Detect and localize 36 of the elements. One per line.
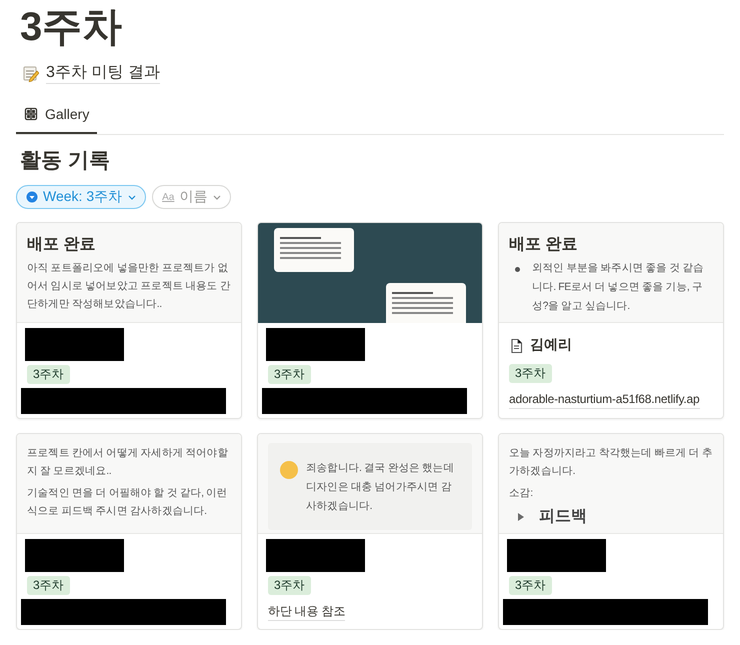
card-link[interactable]: adorable-nasturtium-a51f68.netlify.ap: [509, 391, 700, 409]
preview-heading: 배포 완료: [27, 235, 96, 255]
preview-text: 기술적인 면을 더 어필해야 할 것 같다, 이런 식으로 피드백 주시면 감사하겠습니다.: [27, 486, 228, 519]
gallery-card[interactable]: 배포 완료 외적인 부분을 봐주시면 좋을 것 같습니다. FE로서 더 넣으면 좋을 기능, 구성?을 알고 싶습니다. 김예리 3주차 adorable-nasturtium-a51f68.netlify.ap: [498, 222, 724, 419]
card-link[interactable]: 하단 내용 참조: [268, 603, 346, 621]
filter-icon: [26, 191, 38, 203]
callout-text: 죄송합니다. 결국 완성은 했는데 디자인은 대충 넘어가주시면 감사하겠습니다.: [306, 461, 455, 514]
triangle-right-icon: [517, 512, 525, 522]
preview-text: 아직 포트폴리오에 넣을만한 프로젝트가 없어서 임시로 넣어보았고 프로젝트 내용도 간단하게만 작성해보았습니다..: [27, 261, 231, 312]
gallery-card[interactable]: 프로젝트 칸에서 어떻게 자세하게 적어야할지 잘 모르겠네요.. 기술적인 면을 더 어필해야 할 것 같다, 이런 식으로 피드백 주시면 감사하겠습니다. 3주차: [16, 433, 242, 630]
preview-text: 소감:: [509, 486, 534, 501]
preview-text: 외적인 부분을 봐주시면 좋을 것 같습니다. FE로서 더 넣으면 좋을 기능, 구성?을 알고 싶습니다.: [532, 261, 705, 314]
preview-text: 오늘 자정까지라고 착각했는데 빠르게 더 추가하겠습니다.: [509, 446, 713, 479]
gallery-card[interactable]: 배포 완료 아직 포트폴리오에 넣을만한 프로젝트가 없어서 임시로 넣어보았고 프로젝트 내용도 간단하게만 작성해보았습니다.. 3주차: [16, 222, 242, 419]
view-tab[interactable]: Gallery: [16, 96, 98, 134]
bullet-icon: [515, 267, 520, 272]
gallery-card[interactable]: 3주차: [257, 222, 483, 419]
card-title: 김예리: [530, 336, 572, 354]
toggle-heading: 피드백: [539, 507, 587, 527]
page-link[interactable]: 3주차 미팅 결과: [46, 63, 160, 84]
week-tag: 3주차: [268, 365, 311, 384]
week-tag: 3주차: [27, 576, 70, 595]
gallery-card[interactable]: 죄송합니다. 결국 완성은 했는데 디자인은 대충 넘어가주시면 감사하겠습니다. 3주차 하단 내용 참조: [257, 433, 483, 630]
preview-text: 프로젝트 칸에서 어떻게 자세하게 적어야할지 잘 모르겠네요..: [27, 446, 229, 479]
page-icon: [509, 338, 524, 352]
week-tag: 3주차: [509, 364, 552, 383]
week-tag: 3주차: [509, 576, 552, 595]
week-tag: 3주차: [268, 576, 311, 595]
text-property-icon: Aa: [162, 192, 174, 202]
page-title: 3주차: [20, 4, 122, 51]
week-tag: 3주차: [27, 365, 70, 384]
memo-icon: [22, 65, 39, 82]
section-title: 활동 기록: [20, 148, 110, 174]
gallery-icon: [24, 107, 38, 121]
gallery-card[interactable]: 오늘 자정까지라고 착각했는데 빠르게 더 추가하겠습니다. 소감: 피드백 3주차: [498, 433, 724, 630]
preview-heading: 배포 완료: [509, 235, 578, 255]
